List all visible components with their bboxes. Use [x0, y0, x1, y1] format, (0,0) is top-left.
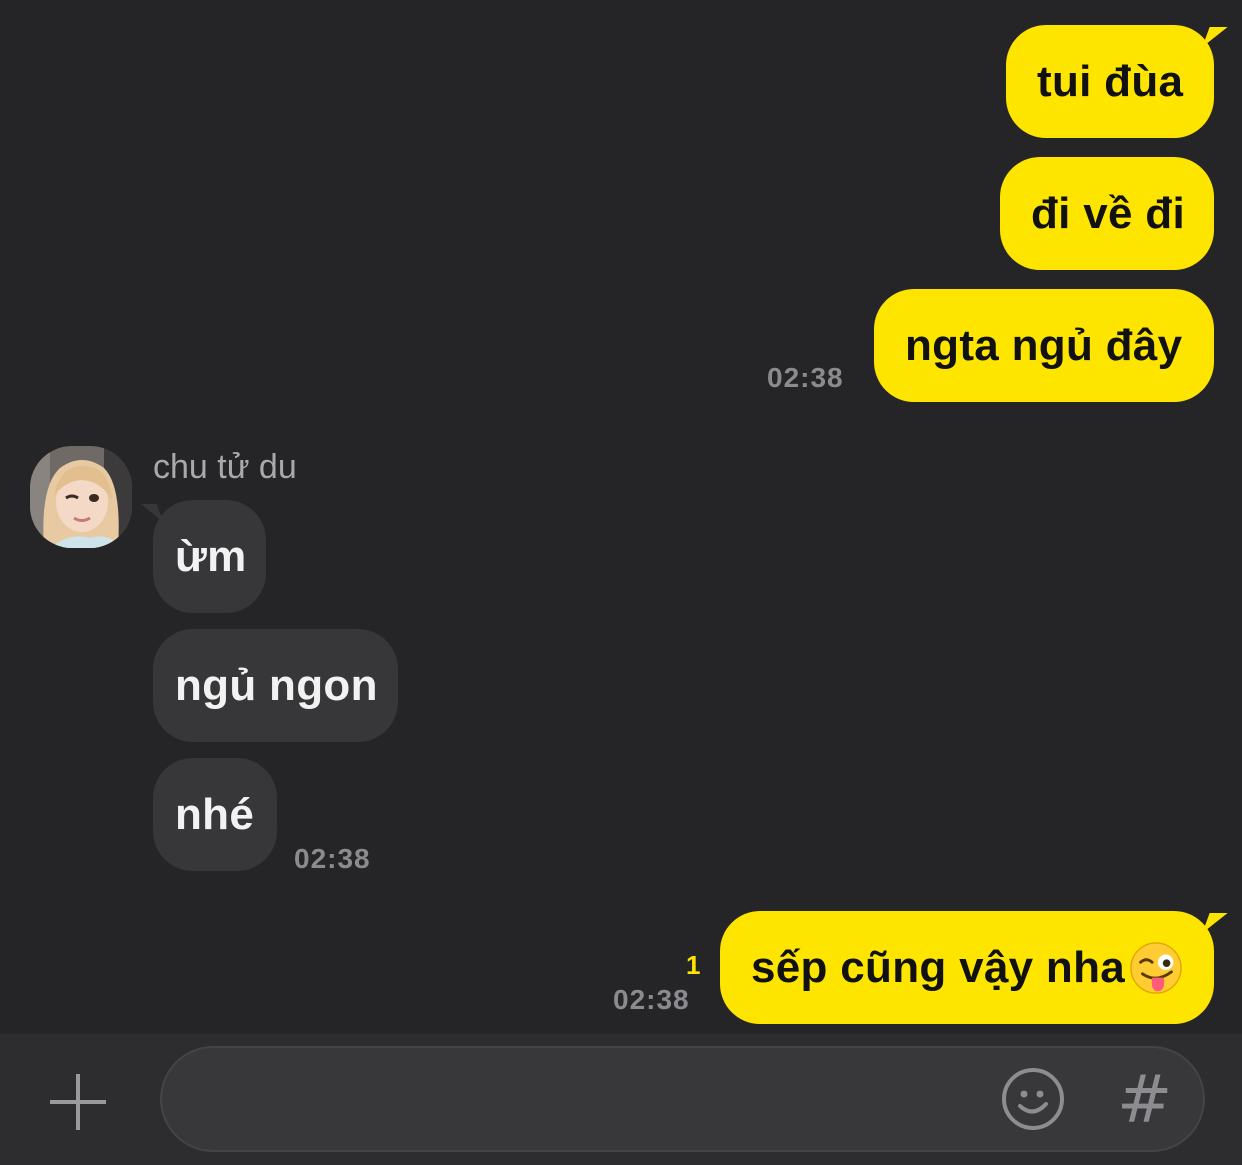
smiley-icon[interactable]	[1000, 1066, 1066, 1132]
avatar[interactable]	[30, 446, 132, 548]
message-input[interactable]	[202, 1048, 986, 1152]
sender-name: chu tử du	[153, 448, 297, 486]
winking-tongue-emoji-icon	[1130, 941, 1182, 994]
sent-message[interactable]: tui đùa	[1006, 25, 1214, 138]
message-timestamp: 02:38	[294, 843, 371, 874]
message-text: nhé	[175, 789, 255, 839]
received-message[interactable]: nhé	[153, 758, 277, 871]
message-text: tui đùa	[1037, 56, 1184, 106]
message-timestamp: 02:38	[767, 362, 844, 393]
avatar-photo	[30, 446, 132, 548]
message-input-bar: #	[0, 1034, 1242, 1165]
sent-message[interactable]: đi về đi	[1000, 157, 1214, 270]
chat-area: tui đùa đi về đi ngta ngủ đây 02:38 chu …	[0, 0, 1242, 1034]
unread-count: 1	[686, 950, 701, 980]
message-text: ngta ngủ đây	[905, 320, 1183, 370]
message-text: sếp cũng vậy nha	[751, 942, 1126, 992]
hashtag-button[interactable]: #	[1117, 1060, 1172, 1140]
message-text: ừm	[175, 531, 247, 581]
plus-icon[interactable]	[48, 1072, 108, 1132]
received-message[interactable]: ngủ ngon	[153, 629, 398, 742]
sent-message[interactable]: ngta ngủ đây	[874, 289, 1214, 402]
message-text: ngủ ngon	[175, 660, 378, 710]
message-timestamp: 02:38	[613, 984, 690, 1015]
message-text: đi về đi	[1031, 188, 1185, 238]
sent-message[interactable]: sếp cũng vậy nha	[720, 911, 1214, 1024]
message-field[interactable]: #	[160, 1046, 1205, 1152]
received-message[interactable]: ừm	[153, 500, 266, 613]
